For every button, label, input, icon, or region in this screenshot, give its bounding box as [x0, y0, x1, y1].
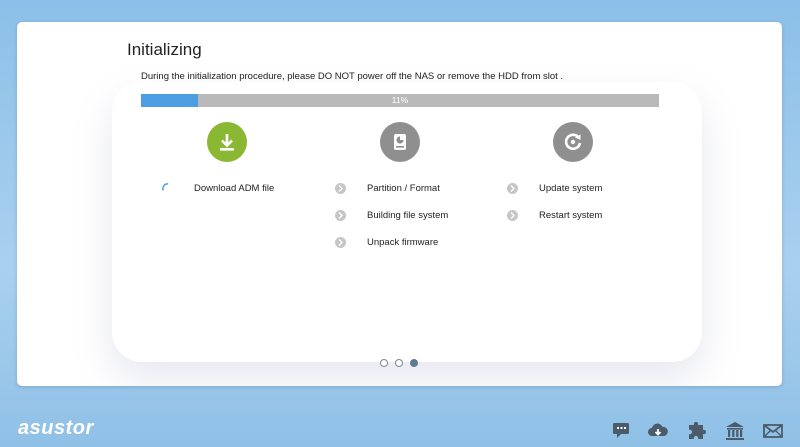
pager-dot-3[interactable] [410, 359, 418, 367]
disk-icon [380, 122, 420, 162]
asustor-logo: asustor [18, 417, 94, 439]
step-update-system: Update system [507, 180, 602, 196]
step-label: Download ADM file [194, 182, 275, 194]
step-building-file-system: Building file system [335, 207, 448, 223]
footer-bar: asustor [0, 411, 800, 447]
chevron-right-icon [335, 236, 346, 248]
chevron-right-icon [335, 182, 346, 194]
chevron-right-icon [507, 182, 518, 194]
cloud-download-icon[interactable] [647, 421, 669, 441]
step-label: Unpack firmware [367, 236, 439, 248]
pager-dot-2[interactable] [395, 359, 403, 367]
step-unpack-firmware: Unpack firmware [335, 234, 438, 250]
download-icon [207, 122, 247, 162]
progress-bar: 11% [141, 94, 659, 107]
step-label: Restart system [539, 209, 603, 221]
pager-dot-1[interactable] [380, 359, 388, 367]
puzzle-icon[interactable] [686, 421, 708, 441]
pager [380, 359, 418, 367]
step-restart-system: Restart system [507, 207, 602, 223]
loading-spinner-icon [162, 182, 169, 191]
page-title: Initializing [127, 40, 202, 59]
chevron-right-icon [335, 209, 346, 221]
step-label: Building file system [367, 209, 449, 221]
bank-icon[interactable] [724, 421, 746, 441]
step-label: Update system [539, 182, 603, 194]
chevron-right-icon [507, 209, 518, 221]
restart-icon [553, 122, 593, 162]
step-label: Partition / Format [367, 182, 440, 194]
mail-icon[interactable] [762, 421, 784, 441]
init-card: Initializing During the initialization p… [17, 22, 782, 386]
warning-text: During the initialization procedure, ple… [141, 71, 564, 82]
progress-label: 11% [391, 95, 409, 105]
step-download-adm: Download ADM file [162, 180, 274, 196]
step-partition-format: Partition / Format [335, 180, 440, 196]
chat-icon[interactable] [611, 421, 633, 441]
